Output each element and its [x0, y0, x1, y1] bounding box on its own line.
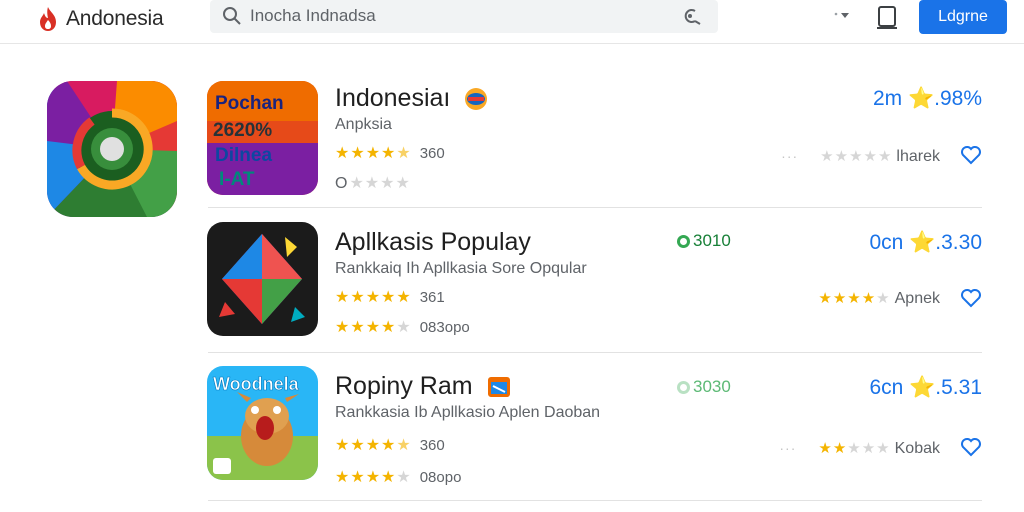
app-price[interactable]: 2m ⭐.98% [873, 87, 982, 111]
heart-icon[interactable] [960, 145, 982, 165]
install-badge: 3010 [677, 231, 731, 251]
calendar-badge-icon [487, 377, 510, 398]
globe-badge-icon [465, 88, 488, 111]
app-subtitle: Rankkaiq Ih Apllkasia Sore Opqular [335, 260, 587, 277]
voice-search-icon[interactable] [680, 6, 704, 26]
app-icon-1[interactable]: Pochan 2620% Dilnea I-AT [207, 81, 318, 195]
icon-text-3: Dilnea [215, 145, 272, 166]
app-title-text: Ropiny Ram [335, 372, 473, 400]
rating-count: 360 [419, 437, 445, 454]
right-label: Kobak [894, 440, 940, 457]
app-price[interactable]: 0cn ⭐.3.30 [869, 231, 982, 255]
badge-text: 3030 [693, 377, 731, 396]
icon-text-2: 2620% [213, 120, 272, 141]
rating-count: 361 [419, 289, 445, 306]
app-title[interactable]: Apllkasis Populay [335, 228, 531, 257]
app-subtitle: Anpksia [335, 116, 392, 133]
brand-name: Andonesia [66, 7, 164, 30]
login-button[interactable]: Ldgrne [919, 0, 1007, 34]
search-input[interactable] [250, 5, 650, 27]
brand[interactable]: Andonesia [36, 6, 164, 32]
featured-app-icon[interactable] [47, 81, 177, 217]
top-bar: Andonesia Ldgrne [0, 0, 1024, 44]
badge-text: 3010 [693, 231, 731, 250]
secondary-prefix: O [335, 175, 348, 192]
icon-text: Woodnela [213, 374, 300, 394]
chevron-down-icon[interactable] [832, 10, 850, 22]
right-label: lharek [896, 148, 940, 165]
bag-icon[interactable] [876, 4, 898, 30]
icon-text-4: I-AT [219, 169, 255, 190]
right-rating: ··· ★★★★★ lharek [781, 148, 940, 165]
search-icon [223, 7, 241, 25]
heart-icon[interactable] [960, 437, 982, 457]
colorful-wheel-icon [47, 81, 177, 217]
app-price[interactable]: 6cn ⭐.5.31 [869, 376, 982, 400]
right-rating: ★★★★★ Apnek [818, 290, 940, 307]
rating-stars: ★★★★★ 360 [335, 145, 445, 162]
search-bar[interactable] [210, 0, 718, 33]
icon-text-1: Pochan [215, 93, 284, 114]
app-icon-2[interactable] [207, 222, 318, 336]
secondary-count: 08opo [419, 469, 462, 486]
right-label: Apnek [894, 290, 940, 307]
check-circle-icon [677, 234, 690, 248]
install-badge: 3030 [677, 377, 731, 397]
row-divider [208, 352, 982, 353]
more-dots-icon[interactable]: ··· [779, 440, 796, 456]
app-title[interactable]: Indonesiaı [335, 84, 489, 113]
brand-flame-icon [40, 7, 56, 31]
more-dots-icon[interactable]: ··· [781, 148, 798, 164]
rating-count: 360 [419, 145, 445, 162]
rating-stars: ★★★★★ 360 [335, 437, 445, 454]
secondary-rating: ★★★★★ 083opo [335, 319, 470, 336]
check-circle-icon [677, 380, 690, 394]
app-icon-3[interactable]: Woodnela [207, 366, 318, 480]
app-subtitle: Rankkasia Ib Apllkasio Aplen Daoban [335, 404, 601, 421]
heart-icon[interactable] [960, 288, 982, 308]
secondary-rating: O ★★★★ [335, 175, 411, 192]
row-divider [208, 207, 982, 208]
rating-stars: ★★★★★ 361 [335, 289, 445, 306]
app-title-text: Indonesiaı [335, 84, 451, 112]
secondary-rating: ★★★★★ 08opo [335, 469, 462, 486]
row-divider [208, 500, 982, 501]
app-title[interactable]: Ropiny Ram [335, 372, 512, 401]
secondary-count: 083opo [419, 319, 470, 336]
right-rating: ··· ★★★★★ Kobak [779, 440, 940, 457]
